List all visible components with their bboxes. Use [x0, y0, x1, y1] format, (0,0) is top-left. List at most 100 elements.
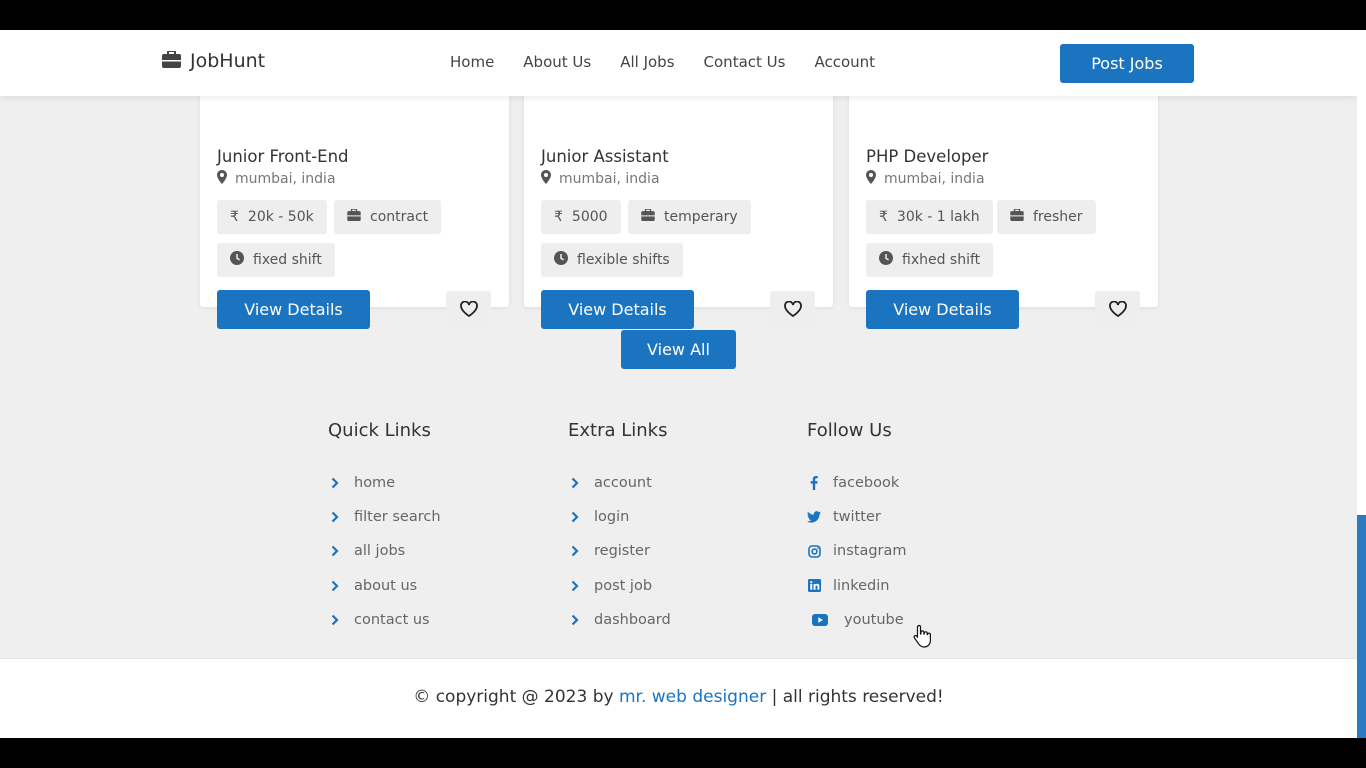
- clock-icon: [230, 251, 244, 269]
- extra-links-heading: Extra Links: [568, 420, 668, 441]
- nav-all-jobs[interactable]: All Jobs: [620, 53, 674, 71]
- salary-tag: ₹ 5000: [541, 200, 621, 234]
- page-viewport: JobHunt Home About Us All Jobs Contact U…: [0, 30, 1357, 738]
- clock-icon: [554, 251, 568, 269]
- clock-icon: [879, 251, 893, 269]
- linkedin-icon: [807, 579, 821, 593]
- footer-link-label: dashboard: [594, 611, 671, 628]
- footer-link-label: all jobs: [354, 543, 406, 560]
- nav-about-us[interactable]: About Us: [523, 53, 591, 71]
- footer-link-label: post job: [594, 577, 653, 594]
- social-link-label: youtube: [844, 611, 904, 628]
- rupee-icon: ₹: [554, 209, 563, 225]
- job-location: mumbai, india: [217, 170, 336, 188]
- social-link-youtube[interactable]: youtube: [807, 603, 907, 637]
- job-card: Junior Assistant mumbai, india ₹ 5000 te…: [524, 70, 833, 329]
- follow-us-column: Follow Us facebook twitter instagram lin…: [807, 420, 907, 628]
- job-type-text: contract: [370, 209, 429, 225]
- salary-tag: ₹ 20k - 50k: [217, 200, 327, 234]
- salary-text: 20k - 50k: [247, 209, 314, 225]
- footer-link-login[interactable]: login: [568, 500, 671, 534]
- social-link-linkedin[interactable]: linkedin: [807, 569, 907, 603]
- job-card: PHP Developer mumbai, india ₹ 30k - 1 la…: [849, 70, 1158, 329]
- chevron-right-icon: [328, 511, 342, 523]
- shift-text: fixed shift: [253, 252, 322, 268]
- rupee-icon: ₹: [879, 209, 888, 225]
- favorite-button[interactable]: [770, 291, 815, 329]
- map-marker-icon: [541, 170, 551, 188]
- chevron-right-icon: [568, 545, 582, 557]
- instagram-icon: [807, 545, 821, 558]
- view-details-button[interactable]: View Details: [541, 290, 694, 329]
- map-marker-icon: [866, 170, 876, 188]
- shift-tag: fixed shift: [217, 243, 335, 277]
- footer-link-post-job[interactable]: post job: [568, 569, 671, 603]
- vertical-scrollbar[interactable]: [1357, 30, 1366, 738]
- view-all-button[interactable]: View All: [621, 330, 736, 369]
- footer-link-register[interactable]: register: [568, 534, 671, 568]
- job-location: mumbai, india: [541, 170, 660, 188]
- facebook-icon: [807, 476, 821, 491]
- footer-link-account[interactable]: account: [568, 466, 671, 500]
- heart-icon: [783, 300, 802, 320]
- social-link-twitter[interactable]: twitter: [807, 500, 907, 534]
- youtube-icon: [807, 613, 832, 626]
- copyright-bar: © copyright @ 2023 by mr. web designer |…: [0, 658, 1357, 738]
- footer-link-label: login: [594, 509, 630, 526]
- job-card: Junior Front-End mumbai, india ₹ 20k - 5…: [200, 70, 509, 329]
- footer-link-home[interactable]: home: [328, 466, 441, 500]
- logo-text: JobHunt: [190, 50, 266, 72]
- job-location-text: mumbai, india: [884, 171, 985, 187]
- scrollbar-thumb[interactable]: [1357, 515, 1366, 738]
- quick-links-column: Quick Links home filter search all jobs …: [328, 420, 441, 628]
- job-type-tag: fresher: [997, 200, 1096, 234]
- job-type-tag: temperary: [628, 200, 751, 234]
- favorite-button[interactable]: [446, 291, 491, 329]
- social-link-facebook[interactable]: facebook: [807, 466, 907, 500]
- main-nav: Home About Us All Jobs Contact Us Accoun…: [450, 53, 875, 71]
- footer-link-about-us[interactable]: about us: [328, 569, 441, 603]
- chevron-right-icon: [568, 511, 582, 523]
- social-links-list: facebook twitter instagram linkedin yout…: [807, 466, 907, 637]
- extra-links-column: Extra Links account login register post …: [568, 420, 671, 628]
- footer-link-filter-search[interactable]: filter search: [328, 500, 441, 534]
- twitter-icon: [807, 511, 821, 523]
- chevron-right-icon: [328, 614, 342, 626]
- footer-link-label: account: [594, 475, 652, 492]
- job-location: mumbai, india: [866, 170, 985, 188]
- copyright-text: © copyright @ 2023 by mr. web designer |…: [0, 687, 1357, 707]
- footer-link-label: filter search: [354, 509, 441, 526]
- post-jobs-button[interactable]: Post Jobs: [1060, 44, 1194, 83]
- author-link[interactable]: mr. web designer: [619, 687, 766, 707]
- logo[interactable]: JobHunt: [162, 49, 266, 72]
- job-type-text: fresher: [1033, 209, 1083, 225]
- shift-tag: flexible shifts: [541, 243, 683, 277]
- job-type-tag: contract: [334, 200, 442, 234]
- briefcase-icon: [347, 208, 361, 225]
- rupee-icon: ₹: [230, 209, 239, 225]
- social-link-instagram[interactable]: instagram: [807, 534, 907, 568]
- nav-contact-us[interactable]: Contact Us: [704, 53, 786, 71]
- view-details-button[interactable]: View Details: [866, 290, 1019, 329]
- job-title: Junior Assistant: [541, 147, 669, 166]
- favorite-button[interactable]: [1095, 291, 1140, 329]
- briefcase-icon: [1010, 208, 1024, 225]
- chevron-right-icon: [568, 614, 582, 626]
- shift-text: flexible shifts: [577, 252, 670, 268]
- job-location-text: mumbai, india: [559, 171, 660, 187]
- nav-home[interactable]: Home: [450, 53, 494, 71]
- chevron-right-icon: [568, 477, 582, 489]
- map-marker-icon: [217, 170, 227, 188]
- footer-link-label: home: [354, 475, 396, 492]
- follow-us-heading: Follow Us: [807, 420, 892, 441]
- nav-account[interactable]: Account: [814, 53, 875, 71]
- social-link-label: twitter: [833, 509, 881, 526]
- view-details-button[interactable]: View Details: [217, 290, 370, 329]
- footer-link-contact-us[interactable]: contact us: [328, 603, 441, 637]
- copyright-prefix: © copyright @ 2023 by: [413, 687, 619, 707]
- salary-text: 5000: [571, 209, 608, 225]
- job-location-text: mumbai, india: [235, 171, 336, 187]
- footer-link-dashboard[interactable]: dashboard: [568, 603, 671, 637]
- footer-link-all-jobs[interactable]: all jobs: [328, 534, 441, 568]
- briefcase-icon: [641, 208, 655, 225]
